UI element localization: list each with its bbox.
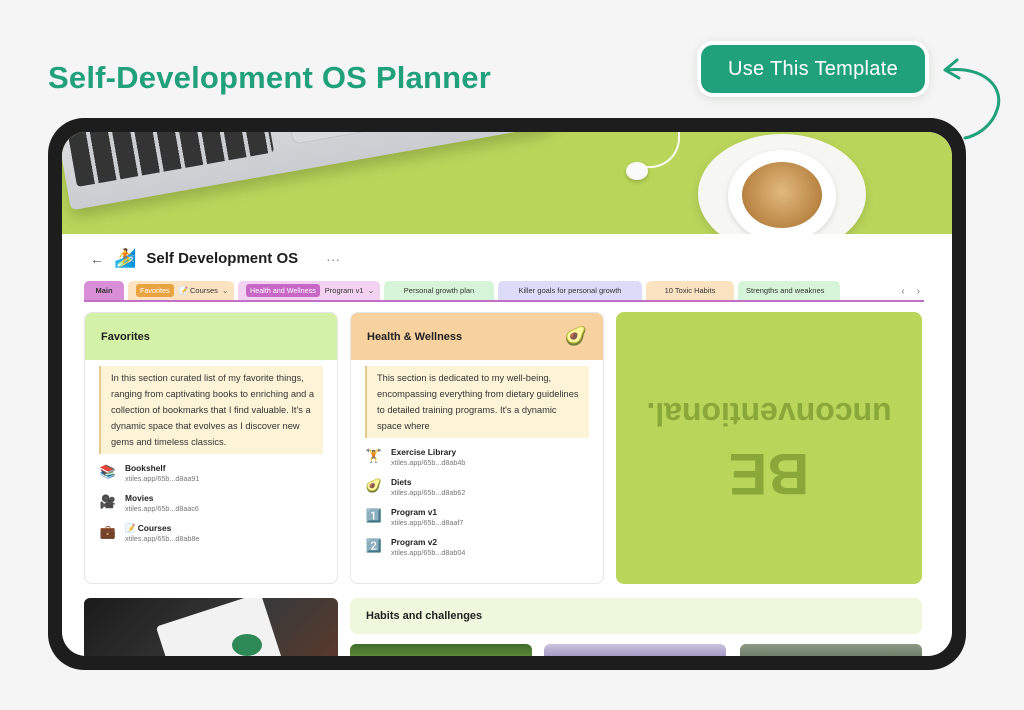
use-template-button[interactable]: Use This Template xyxy=(701,45,925,93)
motto-card: BE unconventional. xyxy=(616,312,922,584)
tab-main[interactable]: Main xyxy=(84,281,124,300)
plant-image xyxy=(232,634,262,656)
link-name: Bookshelf xyxy=(125,463,166,473)
tablet-frame: ← 🏄 Self Development OS ··· Main Favorit… xyxy=(48,118,966,670)
avocado-icon: 🥑 xyxy=(365,478,383,493)
link-name: Movies xyxy=(125,493,154,503)
link-url: xtiles.app/65b...d8ab04 xyxy=(391,548,466,557)
link-name: Program v1 xyxy=(391,507,438,517)
tab-strengths[interactable]: Strengths and weaknes xyxy=(738,281,840,300)
favorites-card: Favorites In this section curated list o… xyxy=(84,312,338,584)
health-card-header: Health & Wellness 🥑 xyxy=(351,313,603,360)
tab-strengths-label: Strengths and weaknes xyxy=(746,286,825,295)
habit-thumbnail[interactable] xyxy=(544,644,726,656)
cta-frame: Use This Template xyxy=(697,41,929,97)
back-arrow-icon[interactable]: ← xyxy=(90,251,104,267)
health-card-title: Health & Wellness xyxy=(367,330,463,343)
link-program-v1[interactable]: 1️⃣ Program v1 xtiles.app/65b...d8aaf7 xyxy=(365,507,589,528)
avocado-icon: 🥑 xyxy=(564,326,587,346)
health-chip[interactable]: Health and Wellness xyxy=(246,284,320,297)
health-card-body: This section is dedicated to my well-bei… xyxy=(351,360,603,558)
tab-bar: Main Favorites 📝 Courses ⌄ Health and We… xyxy=(84,280,924,302)
chevron-down-icon[interactable]: ⌄ xyxy=(368,286,375,295)
earbud-image xyxy=(626,162,648,180)
link-name: 📝 Courses xyxy=(125,523,172,533)
coffee-image xyxy=(742,162,822,228)
link-name: Exercise Library xyxy=(391,447,457,457)
motto-line-1: BE xyxy=(728,441,810,506)
chevron-down-icon[interactable]: ⌄ xyxy=(222,286,229,295)
weightlifter-icon: 🏋 xyxy=(365,448,383,463)
link-url: xtiles.app/65b...d8aac6 xyxy=(125,504,199,513)
surfer-icon: 🏄 xyxy=(114,248,137,268)
habit-thumbnail[interactable] xyxy=(350,644,532,656)
chevron-right-icon[interactable]: › xyxy=(917,286,920,297)
tab-toxic-habits[interactable]: 10 Toxic Habits xyxy=(646,281,734,300)
earbud-wire-image xyxy=(640,132,680,168)
favorites-card-body: In this section curated list of my favor… xyxy=(85,360,337,544)
tab-personal-growth-plan[interactable]: Personal growth plan xyxy=(384,281,494,300)
favorites-chip[interactable]: Favorites xyxy=(136,284,174,297)
tab-favorites-courses[interactable]: Favorites 📝 Courses ⌄ xyxy=(128,281,234,300)
habits-title: Habits and challenges xyxy=(366,610,483,622)
link-exercise-library[interactable]: 🏋 Exercise Library xtiles.app/65b...d8ab… xyxy=(365,447,589,468)
link-diets[interactable]: 🥑 Diets xtiles.app/65b...d8ab62 xyxy=(365,477,589,498)
health-card: Health & Wellness 🥑 This section is dedi… xyxy=(350,312,604,584)
cover-banner xyxy=(62,132,952,234)
motto-text: BE unconventional. xyxy=(616,312,922,584)
link-name: Program v2 xyxy=(391,537,438,547)
app-screen: ← 🏄 Self Development OS ··· Main Favorit… xyxy=(62,132,952,656)
link-movies[interactable]: 🎥 Movies xtiles.app/65b...d8aac6 xyxy=(99,493,323,514)
link-url: xtiles.app/65b...d8ab62 xyxy=(391,488,466,497)
tab-killer-goals-label: Killer goals for personal growth xyxy=(518,286,622,295)
page-header: ← 🏄 Self Development OS ··· xyxy=(90,248,340,269)
tab-killer-goals[interactable]: Killer goals for personal growth xyxy=(498,281,642,300)
health-description: This section is dedicated to my well-bei… xyxy=(365,366,589,438)
books-icon: 📚 xyxy=(99,464,117,479)
hero-title: Self-Development OS Planner xyxy=(48,60,491,95)
more-options-icon[interactable]: ··· xyxy=(326,251,340,267)
link-courses[interactable]: 💼 📝 Courses xtiles.app/65b...d8ab8e xyxy=(99,523,323,544)
favorites-card-title: Favorites xyxy=(101,330,150,343)
chevron-left-icon[interactable]: ‹ xyxy=(901,286,904,297)
notebook-photo xyxy=(84,598,338,656)
link-url: xtiles.app/65b...d8aa91 xyxy=(125,474,200,483)
habits-header: Habits and challenges xyxy=(350,598,922,634)
link-name: Diets xyxy=(391,477,412,487)
number-one-icon: 1️⃣ xyxy=(365,508,383,523)
tab-courses-label: 📝 Courses xyxy=(178,286,218,295)
tab-health-program[interactable]: Health and Wellness Program v1 ⌄ xyxy=(238,281,380,300)
link-bookshelf[interactable]: 📚 Bookshelf xtiles.app/65b...d8aa91 xyxy=(99,463,323,484)
motto-line-2: unconventional. xyxy=(646,396,892,432)
tab-toxic-habits-label: 10 Toxic Habits xyxy=(664,286,716,295)
tab-personal-growth-label: Personal growth plan xyxy=(403,286,475,295)
laptop-image xyxy=(62,132,564,211)
habit-thumbnail[interactable] xyxy=(740,644,922,656)
notebook-image xyxy=(155,598,283,656)
number-two-icon: 2️⃣ xyxy=(365,538,383,553)
favorites-description: In this section curated list of my favor… xyxy=(99,366,323,454)
link-url: xtiles.app/65b...d8ab4b xyxy=(391,458,466,467)
favorites-card-header: Favorites xyxy=(85,313,337,360)
movie-camera-icon: 🎥 xyxy=(99,494,117,509)
trackpad-image xyxy=(280,132,441,145)
link-program-v2[interactable]: 2️⃣ Program v2 xtiles.app/65b...d8ab04 xyxy=(365,537,589,558)
tab-scroll-nav: ‹ › xyxy=(901,286,920,297)
briefcase-icon: 💼 xyxy=(99,524,117,539)
link-url: xtiles.app/65b...d8aaf7 xyxy=(391,518,464,527)
tab-program-label: Program v1 xyxy=(324,286,364,295)
link-url: xtiles.app/65b...d8ab8e xyxy=(125,534,200,543)
keyboard-image xyxy=(63,132,275,187)
tab-main-label: Main xyxy=(95,286,113,295)
page-title: Self Development OS xyxy=(146,250,299,267)
